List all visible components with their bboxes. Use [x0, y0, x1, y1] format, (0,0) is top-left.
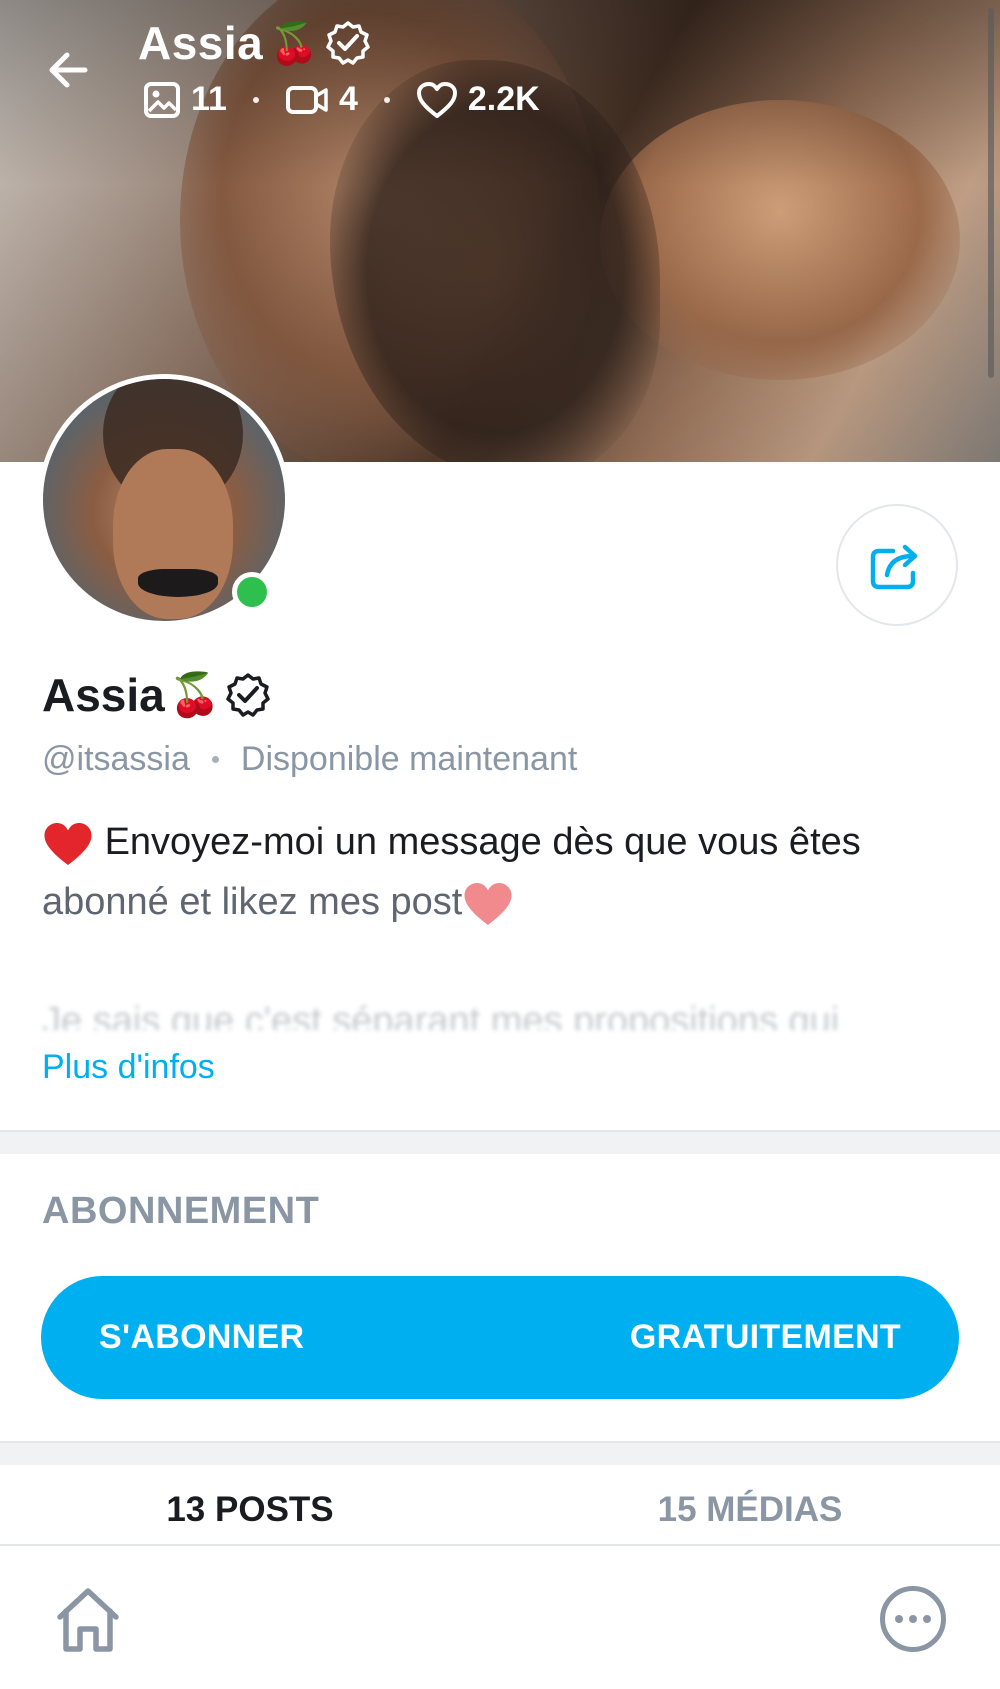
- more-icon: [895, 1615, 903, 1623]
- header-title-row: Assia 🍒: [138, 16, 371, 70]
- heart-outline-icon: [416, 81, 457, 118]
- subscribe-label: S'ABONNER: [99, 1318, 305, 1356]
- subscribe-price: GRATUITEMENT: [629, 1318, 901, 1356]
- video-icon: [285, 85, 328, 114]
- videos-count: 4: [338, 80, 358, 118]
- share-button[interactable]: [836, 504, 958, 626]
- profile-name: Assia: [42, 669, 165, 721]
- red-heart-icon: [44, 822, 92, 866]
- profile-name-row: Assia 🍒: [42, 668, 271, 722]
- content-tabs: 13 POSTS 15 MÉDIAS: [0, 1476, 1000, 1544]
- photos-stat: 11: [143, 80, 227, 119]
- header-title: Assia: [138, 17, 264, 69]
- more-info-link[interactable]: Plus d'infos: [42, 1048, 215, 1087]
- subscription-title: ABONNEMENT: [42, 1190, 320, 1232]
- home-icon: [57, 1588, 119, 1652]
- home-button[interactable]: [50, 1582, 126, 1658]
- section-divider: [0, 1441, 1000, 1465]
- videos-stat: 4: [285, 80, 358, 119]
- likes-count: 2.2K: [467, 80, 540, 118]
- availability-status: Disponible maintenant: [240, 740, 578, 778]
- cherry-emoji: 🍒: [168, 670, 222, 718]
- cherry-emoji: 🍒: [269, 21, 320, 66]
- online-status-dot: [232, 572, 272, 612]
- profile-handle: @itsassia: [42, 740, 190, 778]
- photos-count: 11: [191, 80, 227, 118]
- tab-media[interactable]: 15 MÉDIAS: [500, 1476, 1000, 1544]
- back-button[interactable]: [40, 42, 96, 98]
- bio-line-1: Envoyez-moi un message dès que vous êtes: [104, 821, 861, 863]
- section-divider: [0, 1130, 1000, 1154]
- bottom-nav: [0, 1544, 1000, 1689]
- bio-truncated-line: Je sais que c'est séparant mes propositi…: [42, 1000, 840, 1030]
- top-bar: Assia 🍒 11 4 2.2K: [0, 0, 1000, 140]
- verified-badge-icon: [226, 673, 270, 717]
- likes-stat: 2.2K: [416, 80, 540, 119]
- back-arrow-icon: [49, 52, 88, 88]
- share-icon: [870, 544, 918, 590]
- bio-line-2: abonné et likez mes post: [42, 881, 463, 923]
- subscribe-button[interactable]: S'ABONNER GRATUITEMENT: [41, 1276, 959, 1399]
- header-stats: 11 4 2.2K: [143, 80, 540, 119]
- tab-posts[interactable]: 13 POSTS: [0, 1476, 500, 1544]
- verified-badge-icon: [326, 21, 370, 65]
- red-heart-icon: [464, 882, 512, 926]
- more-button[interactable]: [880, 1586, 946, 1652]
- profile-bio: Envoyez-moi un message dès que vous êtes…: [42, 812, 942, 932]
- image-icon: [144, 81, 180, 118]
- handle-row: @itsassia Disponible maintenant: [42, 740, 577, 779]
